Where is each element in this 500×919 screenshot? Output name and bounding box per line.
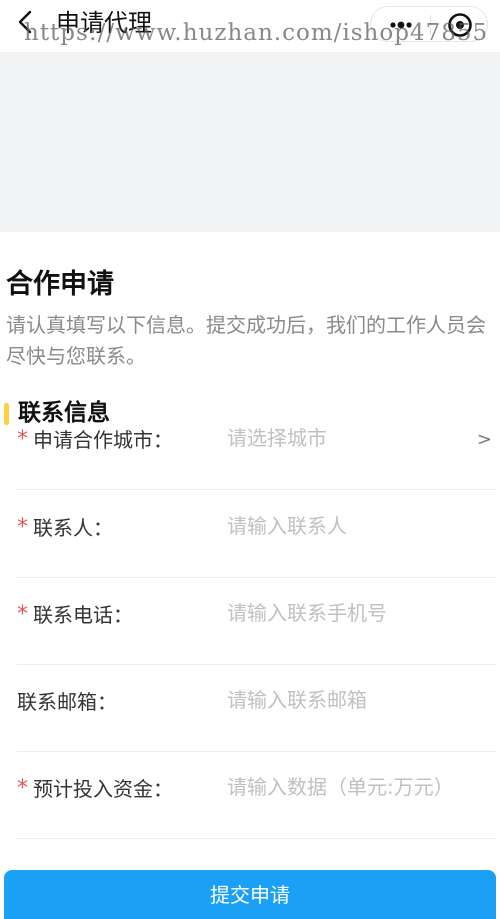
required-mark: * [17,427,28,452]
budget-input[interactable] [227,769,487,805]
field-row-phone[interactable]: * 联系电话： [17,577,496,665]
top-nav-bar: 申请代理 https://www.huzhan.com/ishop47855 [0,0,500,48]
required-mark: * [17,776,28,801]
capsule-divider [430,15,431,35]
field-row-contact[interactable]: * 联系人： [17,490,496,578]
more-dots-icon[interactable] [385,11,417,39]
page-title: 申请代理 [56,9,152,37]
mini-program-capsule [370,6,488,42]
required-mark: * [17,515,28,540]
field-label-email: 联系邮箱： [17,690,117,714]
field-label-city: 申请合作城市： [33,428,173,452]
banner-placeholder [0,52,500,232]
field-label-contact: 联系人： [33,516,113,540]
chevron-left-icon[interactable] [14,8,38,36]
required-mark: * [17,602,28,627]
target-icon[interactable] [447,12,473,38]
field-label-phone: 联系电话： [33,603,133,627]
form-title: 合作申请 [6,269,114,300]
phone-input[interactable] [227,595,467,631]
contact-name-input[interactable] [227,508,467,544]
city-select[interactable] [227,420,467,456]
field-row-email[interactable]: 联系邮箱： [17,664,496,752]
field-label-budget: 预计投入资金： [33,777,173,801]
section-accent-bar [4,403,9,425]
form-description: 请认真填写以下信息。提交成功后，我们的工作人员会尽快与您联系。 [6,313,486,368]
email-input[interactable] [227,682,467,718]
submit-application-button[interactable]: 提交申请 [4,870,496,919]
chevron-right-icon[interactable]: > [477,426,492,454]
field-row-budget[interactable]: * 预计投入资金： [17,751,496,839]
field-row-city[interactable]: * 申请合作城市： > [17,402,496,490]
